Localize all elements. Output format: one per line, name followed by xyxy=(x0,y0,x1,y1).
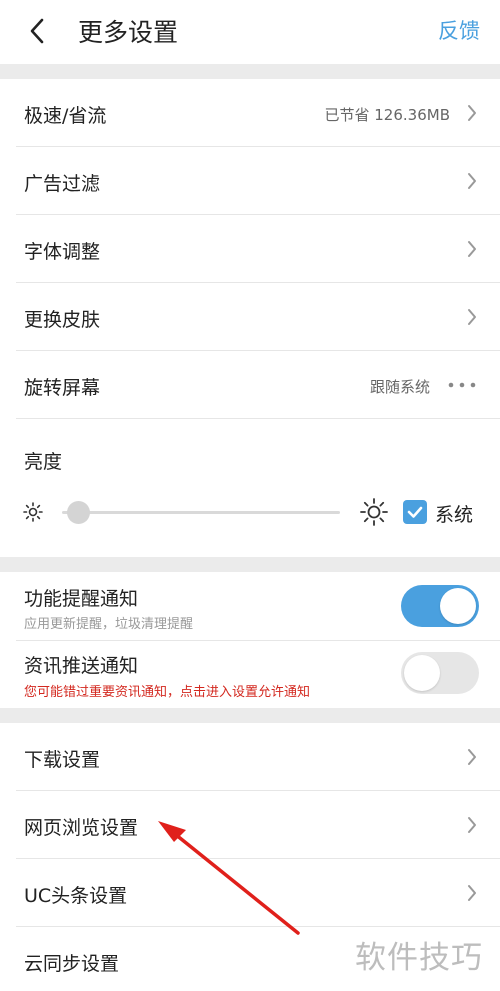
brightness-slider-thumb[interactable] xyxy=(66,501,90,524)
uc-headline-settings-label: UC头条设置 xyxy=(24,885,128,907)
news-notice-warning[interactable]: 您可能错过重要资讯通知，点击进入设置允许通知 xyxy=(24,681,310,700)
download-settings-row[interactable]: 下载设置 xyxy=(0,723,500,791)
back-arrow-icon[interactable] xyxy=(26,16,50,46)
news-notice-toggle[interactable] xyxy=(401,652,479,694)
saved-data-value: 已节省 126.36MB xyxy=(324,106,451,124)
toggle-knob xyxy=(440,588,476,624)
speed-saving-label: 极速/省流 xyxy=(24,105,107,127)
chevron-right-icon xyxy=(468,173,476,189)
news-notice-row[interactable]: 资讯推送通知 您可能错过重要资讯通知，点击进入设置允许通知 xyxy=(0,641,500,708)
download-settings-label: 下载设置 xyxy=(24,749,101,771)
chevron-right-icon xyxy=(468,241,476,257)
change-skin-label: 更换皮肤 xyxy=(24,309,101,331)
news-notice-label: 资讯推送通知 xyxy=(24,655,139,677)
font-adjust-row[interactable]: 字体调整 xyxy=(0,215,500,283)
feature-notice-subtitle: 应用更新提醒，垃圾清理提醒 xyxy=(24,617,194,632)
brightness-label: 亮度 xyxy=(24,451,63,473)
rotate-mode-value: 跟随系统 xyxy=(369,378,430,396)
chevron-right-icon xyxy=(468,749,476,765)
feedback-button[interactable]: 反馈 xyxy=(438,15,480,45)
toggle-knob xyxy=(404,655,440,691)
rotate-screen-label: 旋转屏幕 xyxy=(24,377,101,399)
brightness-slider-track[interactable] xyxy=(62,511,340,514)
feature-notice-row[interactable]: 功能提醒通知 应用更新提醒，垃圾清理提醒 xyxy=(0,572,500,640)
ad-filter-label: 广告过滤 xyxy=(24,173,101,195)
ad-filter-row[interactable]: 广告过滤 xyxy=(0,147,500,215)
checkmark-icon xyxy=(407,506,423,518)
web-browse-settings-label: 网页浏览设置 xyxy=(24,817,139,839)
chevron-right-icon xyxy=(468,309,476,325)
font-adjust-label: 字体调整 xyxy=(24,241,101,263)
feature-notice-toggle[interactable] xyxy=(401,585,479,627)
header-bar: 更多设置 反馈 xyxy=(0,0,500,64)
chevron-right-icon xyxy=(468,105,476,121)
chevron-right-icon xyxy=(468,885,476,901)
chevron-right-icon xyxy=(468,817,476,833)
change-skin-row[interactable]: 更换皮肤 xyxy=(0,283,500,351)
speed-saving-row[interactable]: 极速/省流 已节省 126.36MB xyxy=(0,79,500,147)
feature-notice-label: 功能提醒通知 xyxy=(24,588,139,610)
watermark: 软件技巧 xyxy=(355,940,483,976)
system-brightness-label: 系统 xyxy=(435,504,474,526)
brightness-high-icon xyxy=(360,498,388,526)
rotate-screen-row[interactable]: 旋转屏幕 跟随系统 xyxy=(0,351,500,419)
brightness-low-icon xyxy=(23,502,43,522)
brightness-row: 亮度 xyxy=(0,419,500,557)
more-dots-icon[interactable] xyxy=(448,382,476,388)
page-title: 更多设置 xyxy=(78,18,179,47)
cloud-sync-settings-label: 云同步设置 xyxy=(24,953,120,975)
web-browse-settings-row[interactable]: 网页浏览设置 xyxy=(0,791,500,859)
system-brightness-checkbox[interactable] xyxy=(403,500,427,524)
uc-headline-settings-row[interactable]: UC头条设置 xyxy=(0,859,500,927)
